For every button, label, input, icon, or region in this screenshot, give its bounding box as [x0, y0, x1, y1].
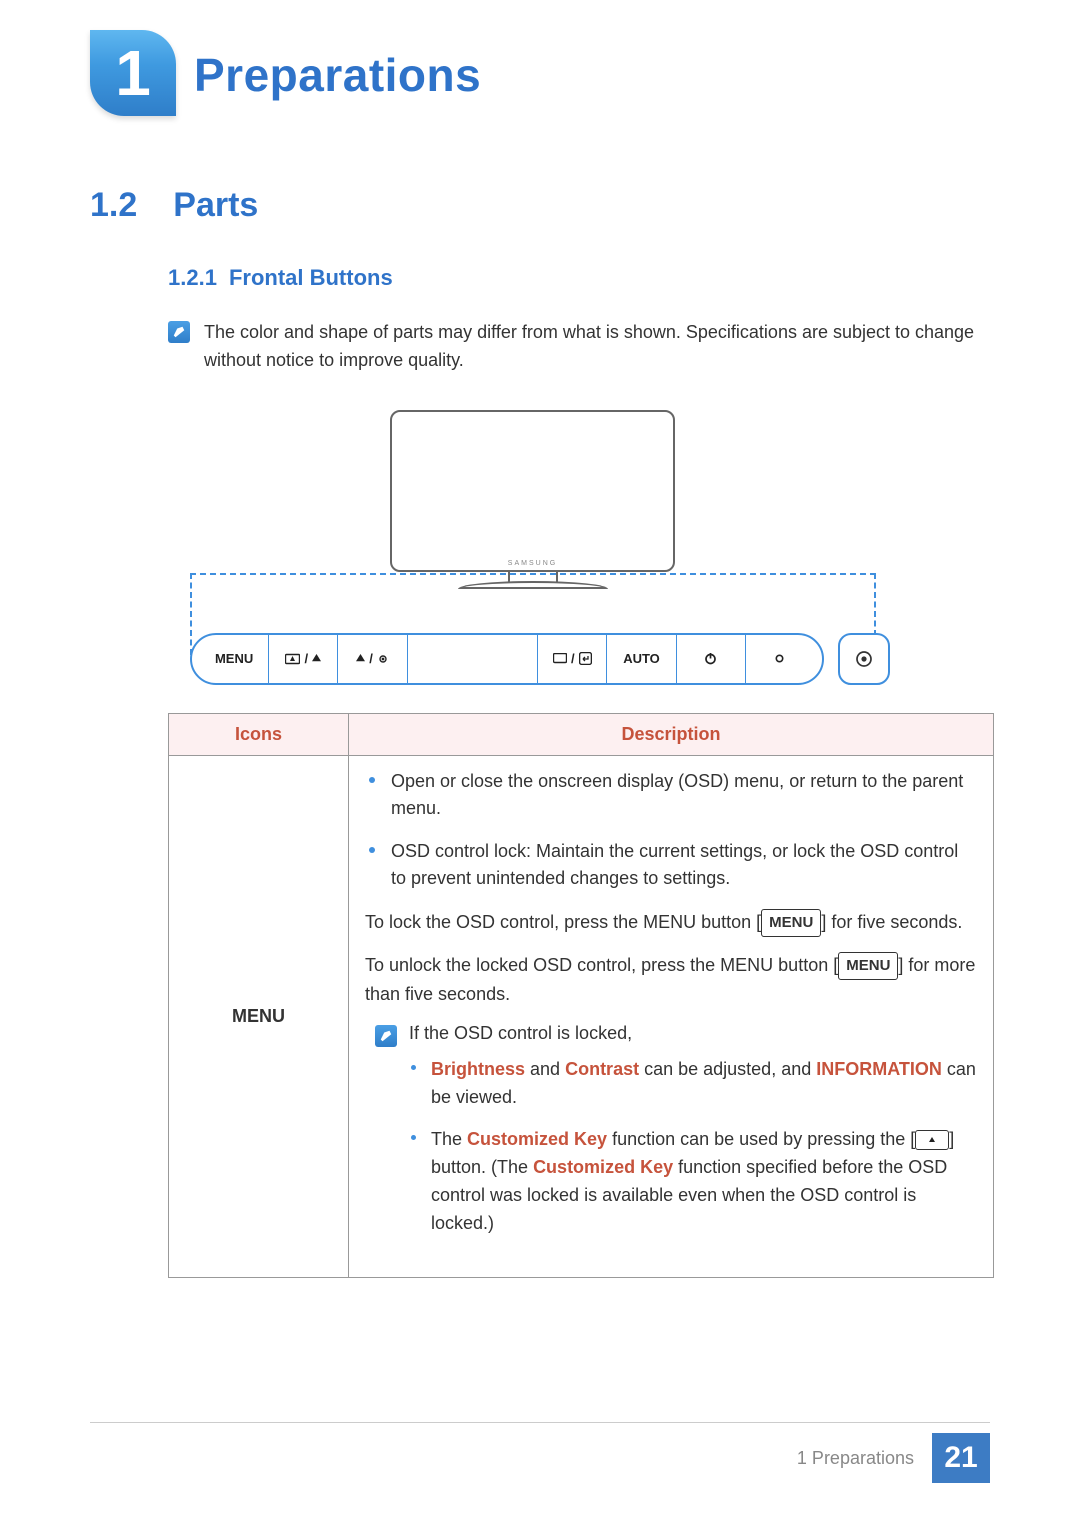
table-header-icons: Icons: [169, 713, 349, 755]
monitor-diagram: SAMSUNG MENU / /: [190, 405, 890, 685]
page-footer: 1 Preparations 21: [797, 1433, 990, 1483]
table-desc-menu: Open or close the onscreen display (OSD)…: [349, 755, 994, 1278]
custom-key-icon: [915, 1130, 949, 1150]
note-icon: [168, 321, 190, 343]
chapter-title: Preparations: [194, 30, 481, 102]
monitor-brand-label: SAMSUNG: [508, 560, 557, 567]
footer-divider: [90, 1422, 990, 1423]
custom-up-down-icon: /: [269, 635, 338, 683]
table-icon-menu: MENU: [169, 755, 349, 1278]
indicator-dot-icon: [746, 635, 814, 683]
power-indicator-icon: [838, 633, 890, 685]
menu-pill-icon: MENU: [838, 952, 898, 980]
chapter-header: 1 Preparations: [90, 30, 990, 116]
auto-button-label: AUTO: [607, 635, 676, 683]
chapter-number-badge: 1: [90, 30, 176, 116]
note-block: The color and shape of parts may differ …: [168, 319, 990, 375]
note-icon: [375, 1025, 397, 1047]
menu-pill-icon: MENU: [761, 909, 821, 937]
footer-breadcrumb: 1 Preparations: [797, 1448, 914, 1469]
blank-cell: [408, 635, 539, 683]
note-text: The color and shape of parts may differ …: [204, 319, 990, 375]
section-number: 1.2: [90, 186, 137, 225]
subsection-heading: 1.2.1 Frontal Buttons: [168, 265, 990, 291]
section-heading: 1.2 Parts: [90, 186, 990, 225]
menu-button-label: MENU: [200, 635, 269, 683]
desc-bullet: OSD control lock: Maintain the current s…: [365, 838, 977, 892]
power-icon: [677, 635, 746, 683]
subsection-number: 1.2.1: [168, 265, 217, 291]
footer-page-number: 21: [932, 1433, 990, 1483]
table-header-description: Description: [349, 713, 994, 755]
locked-sub-bullet: Brightness and Contrast can be adjusted,…: [409, 1056, 977, 1112]
locked-intro-text: If the OSD control is locked,: [409, 1023, 977, 1044]
up-brightness-icon: /: [338, 635, 407, 683]
desc-paragraph: To unlock the locked OSD control, press …: [365, 951, 977, 1009]
desc-paragraph: To lock the OSD control, press the MENU …: [365, 908, 977, 937]
front-button-bar: MENU / / / AUTO: [190, 633, 890, 685]
locked-sub-bullet: The Customized Key function can be used …: [409, 1126, 977, 1238]
subsection-title: Frontal Buttons: [229, 265, 393, 291]
section-title: Parts: [173, 186, 258, 225]
source-enter-icon: /: [538, 635, 607, 683]
icons-description-table: Icons Description MENU Open or close the…: [168, 713, 994, 1279]
desc-bullet: Open or close the onscreen display (OSD)…: [365, 768, 977, 822]
